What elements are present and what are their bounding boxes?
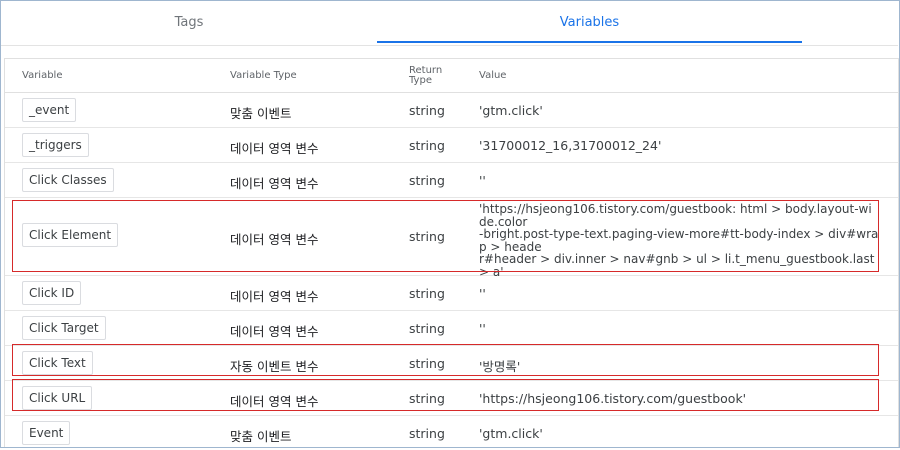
variable-name-chip[interactable]: Click Classes — [22, 168, 114, 192]
return-type: string — [409, 286, 445, 301]
variable-type: 데이터 영역 변수 — [230, 232, 319, 247]
variables-table: Variable Variable Type Return Type Value… — [4, 58, 899, 447]
table-row: Click Target 데이터 영역 변수 string '' — [5, 311, 898, 346]
variable-value: '' — [479, 286, 486, 301]
variable-value: 'https://hsjeong106.tistory.com/guestboo… — [479, 203, 879, 279]
variable-type: 데이터 영역 변수 — [230, 394, 319, 409]
table-row: Click Classes 데이터 영역 변수 string '' — [5, 163, 898, 198]
variable-name-chip[interactable]: _event — [22, 98, 77, 122]
table-row: Event 맞춤 이벤트 string 'gtm.click' — [5, 416, 898, 450]
table-row: _event 맞춤 이벤트 string 'gtm.click' — [5, 93, 898, 128]
return-type: string — [409, 173, 445, 188]
table-row: Click ID 데이터 영역 변수 string '' — [5, 276, 898, 311]
variable-name-chip[interactable]: Event — [22, 421, 71, 445]
variable-type: 맞춤 이벤트 — [230, 106, 292, 121]
return-type: string — [409, 426, 445, 441]
variable-type: 자동 이벤트 변수 — [230, 359, 319, 374]
tab-bar: Tags Variables — [1, 1, 898, 46]
table-row: Click Text 자동 이벤트 변수 string '방명록' — [5, 346, 898, 381]
variable-type: 데이터 영역 변수 — [230, 324, 319, 339]
variable-value: 'gtm.click' — [479, 426, 543, 441]
variable-type: 데이터 영역 변수 — [230, 141, 319, 156]
table-header: Variable Variable Type Return Type Value — [5, 59, 898, 93]
variable-name-chip[interactable]: Click ID — [22, 281, 82, 305]
return-type: string — [409, 138, 445, 153]
active-tab-indicator — [377, 41, 802, 43]
variable-name-chip[interactable]: _triggers — [22, 133, 89, 157]
column-header-value: Value — [479, 70, 507, 81]
tab-tags[interactable]: Tags — [1, 1, 377, 45]
variable-type: 데이터 영역 변수 — [230, 289, 319, 304]
return-type: string — [409, 103, 445, 118]
return-type: string — [409, 321, 445, 336]
table-row: _triggers 데이터 영역 변수 string '31700012_16,… — [5, 128, 898, 163]
table-row: Click Element 데이터 영역 변수 string 'https://… — [5, 198, 898, 279]
return-type: string — [409, 391, 445, 406]
column-header-variable: Variable — [22, 70, 63, 81]
variable-value: 'https://hsjeong106.tistory.com/guestboo… — [479, 391, 747, 406]
variable-value: 'gtm.click' — [479, 103, 543, 118]
variable-name-chip[interactable]: Click Element — [22, 223, 119, 247]
variable-value: '' — [479, 321, 486, 336]
table-row: Click URL 데이터 영역 변수 string 'https://hsje… — [5, 381, 898, 416]
variable-value: '' — [479, 173, 486, 188]
variable-name-chip[interactable]: Click Text — [22, 351, 93, 375]
return-type: string — [409, 356, 445, 371]
variable-value: '방명록' — [479, 359, 521, 374]
variable-type: 데이터 영역 변수 — [230, 176, 319, 191]
return-type: string — [409, 229, 445, 244]
variable-name-chip[interactable]: Click Target — [22, 316, 106, 340]
column-header-return-type: Return Type — [409, 65, 443, 86]
value-line: -bright.post-type-text.paging-view-more#… — [479, 227, 879, 254]
value-line: 'https://hsjeong106.tistory.com/guestboo… — [479, 202, 872, 229]
variable-value: '31700012_16,31700012_24' — [479, 138, 662, 153]
variable-type: 맞춤 이벤트 — [230, 429, 292, 444]
tab-variables[interactable]: Variables — [377, 1, 802, 45]
value-line: r#header > div.inner > nav#gnb > ul > li… — [479, 252, 875, 279]
variable-name-chip[interactable]: Click URL — [22, 386, 93, 410]
column-header-type: Variable Type — [230, 70, 297, 81]
